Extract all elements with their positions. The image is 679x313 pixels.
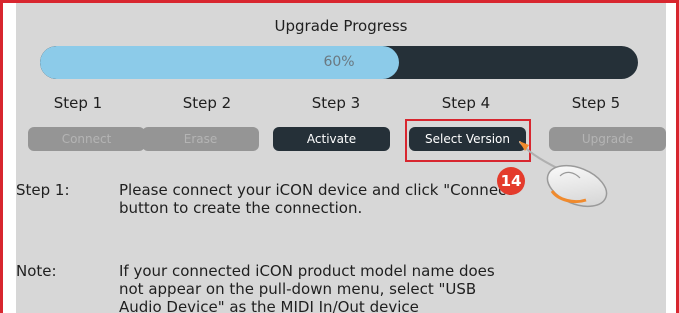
callout-badge: 14 xyxy=(497,167,525,195)
step-1-label: Step 1 xyxy=(53,94,103,112)
step1-text-line-2: button to create the connection. xyxy=(119,199,363,217)
erase-button[interactable]: Erase xyxy=(142,127,259,151)
note-text-line-1: If your connected iCON product model nam… xyxy=(119,262,495,280)
highlight-box xyxy=(405,119,531,162)
progress-bar: 60% xyxy=(40,46,638,79)
connect-button[interactable]: Connect xyxy=(28,127,145,151)
step-3-label: Step 3 xyxy=(311,94,361,112)
note-text-line-3: Audio Device" as the MIDI In/Out device xyxy=(119,298,419,313)
activate-button[interactable]: Activate xyxy=(273,127,390,151)
note-text: If your connected iCON product model nam… xyxy=(119,262,559,313)
step-5-label: Step 5 xyxy=(571,94,621,112)
step1-instruction-label: Step 1: xyxy=(16,181,70,199)
upgrade-panel: Upgrade Progress 60% Step 1 Step 2 Step … xyxy=(16,3,666,313)
step-2-label: Step 2 xyxy=(182,94,232,112)
step-4-label: Step 4 xyxy=(441,94,491,112)
note-text-line-2: not appear on the pull-down menu, select… xyxy=(119,280,477,298)
panel-title: Upgrade Progress xyxy=(274,17,408,35)
step1-instruction-text: Please connect your iCON device and clic… xyxy=(119,181,559,217)
mouse-icon xyxy=(546,164,608,208)
frame-left-border xyxy=(0,0,3,313)
step1-text-line-1: Please connect your iCON device and clic… xyxy=(119,181,520,199)
note-label: Note: xyxy=(16,262,57,280)
progress-percent: 60% xyxy=(323,54,355,70)
